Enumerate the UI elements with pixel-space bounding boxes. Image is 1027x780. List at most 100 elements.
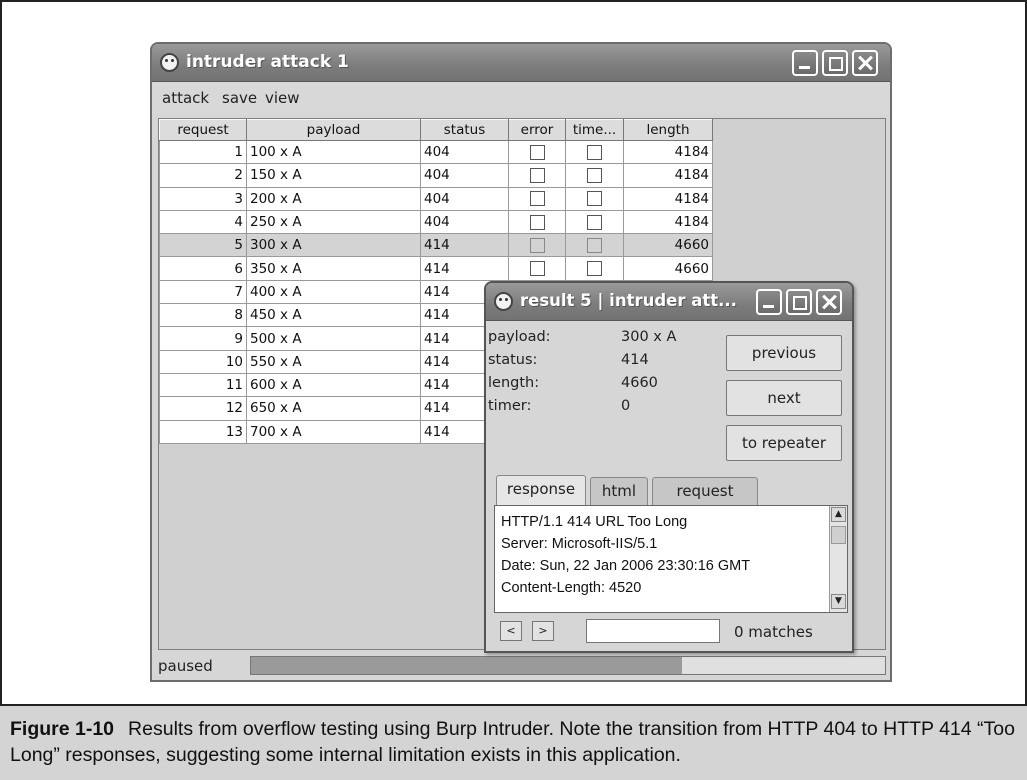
to-repeater-button[interactable]: to repeater [726, 425, 842, 461]
error-checkbox [508, 256, 566, 281]
error-checkbox-box[interactable] [529, 144, 545, 160]
table-row[interactable]: 6 350 x A 414 4660 [159, 256, 713, 281]
column-header-length[interactable]: length [623, 119, 713, 141]
status-cell: 414 [420, 256, 509, 281]
error-checkbox-box[interactable] [529, 261, 545, 277]
request-cell: 3 [159, 186, 247, 211]
matches-count: 0 matches [734, 623, 813, 641]
response-line: Content-Length: 4520 [501, 580, 642, 596]
result-window: result 5 | intruder att... payload: 300 … [484, 281, 854, 653]
error-checkbox-box[interactable] [529, 191, 545, 207]
result-minimize-button[interactable] [756, 289, 782, 315]
payload-cell: 450 x A [246, 303, 421, 328]
timeout-checkbox-box[interactable] [587, 191, 602, 207]
payload-cell: 250 x A [246, 209, 421, 235]
timeout-checkbox-box[interactable] [587, 261, 602, 277]
request-cell: 1 [159, 139, 247, 165]
request-cell: 7 [159, 279, 247, 305]
maximize-button[interactable] [822, 50, 848, 76]
table-row[interactable]: 2 150 x A 404 4184 [159, 163, 713, 188]
payload-label: payload: [488, 329, 551, 345]
column-header-error[interactable]: error [508, 119, 566, 141]
request-cell: 11 [159, 372, 247, 398]
response-line: Date: Sun, 22 Jan 2006 23:30:16 GMT [501, 558, 751, 574]
payload-cell: 150 x A [246, 163, 421, 188]
scroll-up-icon[interactable]: ▲ [831, 507, 846, 522]
result-maximize-button[interactable] [786, 289, 812, 315]
scroll-down-icon[interactable]: ▼ [831, 594, 846, 609]
tab-request[interactable]: request [652, 477, 758, 505]
previous-button[interactable]: previous [726, 335, 842, 371]
error-checkbox [508, 163, 566, 188]
timeout-checkbox [565, 186, 624, 211]
length-cell: 4660 [623, 233, 713, 258]
result-titlebar[interactable]: result 5 | intruder att... [486, 283, 852, 321]
tab-response[interactable]: response [496, 475, 586, 505]
response-scrollbar[interactable]: ▲ ▼ [829, 506, 847, 612]
timeout-checkbox-box[interactable] [587, 214, 602, 230]
status-cell: 404 [420, 209, 509, 235]
length-value: 4660 [621, 375, 658, 391]
search-prev-button[interactable]: < [500, 621, 522, 641]
next-button[interactable]: next [726, 380, 842, 416]
window-titlebar[interactable]: intruder attack 1 [152, 44, 890, 82]
status-cell: 404 [420, 139, 509, 165]
error-checkbox [508, 209, 566, 235]
timer-label: timer: [488, 398, 532, 414]
column-header-request[interactable]: request [159, 119, 247, 141]
column-header-status[interactable]: status [420, 119, 509, 141]
payload-cell: 700 x A [246, 419, 421, 444]
menu-bar: attack save view [152, 82, 890, 114]
progress-bar-fill [251, 657, 683, 674]
error-checkbox-box[interactable] [529, 167, 545, 183]
figure-caption: Figure 1-10 Results from overflow testing… [0, 704, 1027, 780]
payload-cell: 600 x A [246, 372, 421, 398]
caption-text: Results from overflow testing using Burp… [10, 718, 1015, 766]
request-cell: 8 [159, 303, 247, 328]
timeout-checkbox [565, 163, 624, 188]
status-cell: 404 [420, 163, 509, 188]
close-button[interactable] [852, 50, 878, 76]
column-header-payload[interactable]: payload [246, 119, 421, 141]
request-cell: 13 [159, 419, 247, 444]
table-row[interactable]: 1 100 x A 404 4184 [159, 139, 713, 165]
scroll-thumb[interactable] [831, 526, 846, 544]
response-line: HTTP/1.1 414 URL Too Long [501, 514, 688, 530]
result-title: result 5 | intruder att... [520, 291, 737, 310]
timeout-checkbox [565, 256, 624, 281]
search-next-button[interactable]: > [532, 621, 554, 641]
request-cell: 10 [159, 349, 247, 374]
length-label: length: [488, 375, 540, 391]
table-header-row: request payload status error time... len… [159, 119, 713, 141]
search-input[interactable] [586, 619, 720, 643]
error-checkbox [508, 139, 566, 165]
error-checkbox-box[interactable] [529, 214, 545, 230]
menu-view[interactable]: view [265, 89, 300, 107]
error-checkbox-box[interactable] [529, 237, 545, 253]
payload-cell: 500 x A [246, 326, 421, 351]
response-text-area[interactable]: HTTP/1.1 414 URL Too Long Server: Micros… [494, 505, 848, 613]
table-row[interactable]: 3 200 x A 404 4184 [159, 186, 713, 211]
column-header-timeout[interactable]: time... [565, 119, 624, 141]
request-cell: 6 [159, 256, 247, 281]
error-checkbox [508, 186, 566, 211]
status-bar: paused [158, 656, 886, 676]
payload-value: 300 x A [621, 329, 677, 345]
minimize-button[interactable] [792, 50, 818, 76]
request-cell: 4 [159, 209, 247, 235]
menu-save[interactable]: save [222, 89, 257, 107]
timeout-checkbox [565, 233, 624, 258]
length-cell: 4184 [623, 163, 713, 188]
result-close-button[interactable] [816, 289, 842, 315]
menu-attack[interactable]: attack [162, 89, 209, 107]
timeout-checkbox-box[interactable] [587, 237, 602, 253]
error-checkbox [508, 233, 566, 258]
tab-html[interactable]: html [590, 477, 648, 505]
status-cell: 404 [420, 186, 509, 211]
table-row[interactable]: 4 250 x A 404 4184 [159, 209, 713, 235]
timeout-checkbox-box[interactable] [587, 167, 602, 183]
window-title: intruder attack 1 [186, 52, 349, 72]
status-cell: 414 [420, 233, 509, 258]
table-row[interactable]: 5 300 x A 414 4660 [159, 233, 713, 258]
timeout-checkbox-box[interactable] [587, 144, 602, 160]
